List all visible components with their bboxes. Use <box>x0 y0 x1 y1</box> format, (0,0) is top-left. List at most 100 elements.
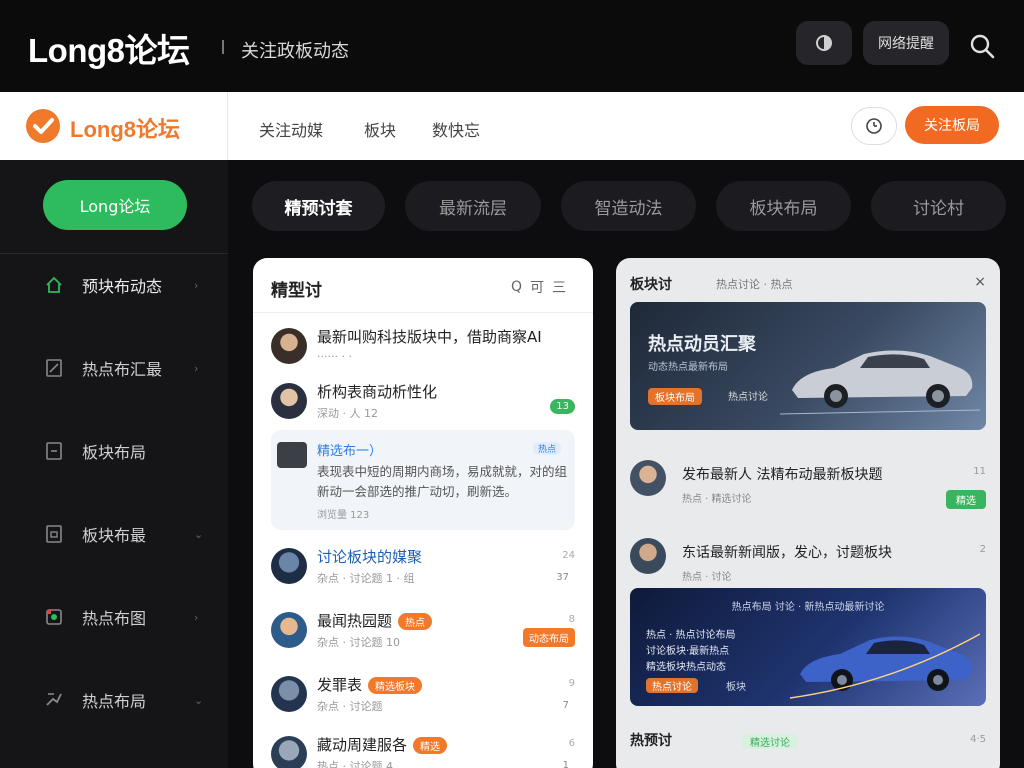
post-meta: 杂点 · 讨论题 <box>317 700 383 713</box>
notification-button[interactable]: 网络提醒 <box>863 21 949 65</box>
filter-icon[interactable]: 可 <box>530 277 544 297</box>
banner-tag-secondary: 板块 <box>726 682 746 693</box>
avatar <box>271 548 307 584</box>
banner-tag[interactable]: 板块布局 <box>648 388 702 405</box>
chevron-down-icon: ⌄ <box>194 527 204 541</box>
card-tools: Q 可 三 <box>511 277 566 297</box>
follow-cta-button[interactable]: 关注板局 <box>905 106 999 144</box>
sidebar-item-hot[interactable]: 热点布汇最 › <box>0 333 228 403</box>
sidebar-item-label: 热点布图 <box>82 609 147 628</box>
post-count: 24 <box>562 550 575 561</box>
nav-link-follow[interactable]: 关注动媒 <box>259 117 323 141</box>
list-item[interactable]: 藏动周建服各 精选 热点 · 讨论题 4 6 1 <box>253 726 593 768</box>
list-item[interactable]: 讨论板块的媒聚 杂点 · 讨论题 1 · 组 24 37 <box>253 538 593 600</box>
avatar <box>271 612 307 648</box>
sidebar-item-label: 板块布局 <box>82 443 147 462</box>
sidebar-item-dynamics[interactable]: 预块布动态 › <box>0 250 228 320</box>
post-title-text: 最闻热园题 <box>317 612 393 630</box>
post-count: 11 <box>973 466 986 477</box>
sidebar-item-share[interactable]: 热点布局 ⌄ <box>0 665 228 735</box>
card-tools[interactable]: 热点讨论 · 热点 <box>716 276 793 292</box>
nav-logo-text[interactable]: Long8论坛 <box>70 112 180 144</box>
fire-icon <box>46 609 62 625</box>
hot-chip: 热点 <box>398 613 433 630</box>
post-title[interactable]: 最闻热园题 热点 <box>317 610 433 631</box>
post-title[interactable]: 东话最新新闻版，发心，讨题板块 <box>682 542 892 562</box>
feature-title[interactable]: 精选布一） <box>317 440 382 459</box>
avatar <box>271 383 307 419</box>
post-title[interactable]: 藏动周建服各 精选 <box>317 734 448 755</box>
featured-button[interactable]: 精选 <box>946 490 986 509</box>
brand-title[interactable]: Long8论坛 <box>28 24 190 72</box>
car-image <box>780 350 980 415</box>
search-icon[interactable] <box>968 32 996 60</box>
post-count: 2 <box>979 544 986 555</box>
tab-latest[interactable]: 最新流层 <box>405 181 541 231</box>
chevron-right-icon: › <box>194 361 199 375</box>
clock-icon <box>866 118 882 134</box>
home-icon <box>46 276 62 293</box>
post-title[interactable]: 析构表商动析性化 <box>317 381 437 402</box>
clock-button[interactable] <box>851 107 897 145</box>
banner-line: 精选板块热点动态 <box>646 662 726 673</box>
banner-headline: 热点动员汇聚 <box>648 334 756 355</box>
sidebar-item-label: 预块布动态 <box>82 277 163 296</box>
post-title[interactable]: 最新叫购科技版块中，借助商察AI <box>317 326 542 347</box>
logo-icon[interactable] <box>26 109 60 143</box>
featured-post[interactable]: 精选布一） 热点 表现表中短的周期内商场，易成就就，对的组新动一会部选的推广动切… <box>271 430 575 530</box>
card-title: 精型讨 <box>271 281 322 301</box>
promo-banner[interactable]: 热点动员汇聚 动态热点最新布局 板块布局 热点讨论 <box>630 302 986 430</box>
brand-separator <box>222 40 224 54</box>
promo-banner-secondary[interactable]: 热点布局 讨论 · 新热点动最新讨论 热点 · 热点讨论布局 讨论板块·最新热点… <box>630 588 986 706</box>
nav-bar: Long8论坛 关注动媒 板块 数快忘 关注板局 <box>0 92 1024 160</box>
list-item[interactable]: 析构表商动析性化 深动 · 人 12 13 <box>253 373 593 435</box>
close-icon[interactable]: × <box>974 274 986 290</box>
banner-subtitle: 动态热点最新布局 <box>648 362 728 373</box>
post-title[interactable]: 讨论板块的媒聚 <box>317 546 422 567</box>
sidebar-home-pill[interactable]: Long论坛 <box>43 180 187 230</box>
post-title[interactable]: 发布最新人 法精布动最新板块题 <box>682 464 882 484</box>
post-title[interactable]: 发罪表 精选板块 <box>317 674 423 695</box>
banner-line: 讨论板块·最新热点 <box>646 646 730 657</box>
header-tagline: 关注政板动态 <box>241 41 349 62</box>
banner-line: 热点 · 热点讨论布局 <box>646 630 736 641</box>
search-icon[interactable]: Q <box>511 279 522 295</box>
sidebar-item-label: 热点布汇最 <box>82 360 163 379</box>
section-tag[interactable]: 精选讨论 <box>742 734 798 749</box>
car-image <box>790 633 980 699</box>
document-icon <box>46 359 62 377</box>
post-meta: 深动 · 人 12 <box>317 407 378 420</box>
board-discussion-card: 板块讨 热点讨论 · 热点 × 热点动员汇聚 动态热点最新布局 板块布局 热点讨… <box>616 258 1000 768</box>
tab-layout[interactable]: 板块布局 <box>716 181 851 231</box>
nav-link-board[interactable]: 板块 <box>364 117 396 141</box>
list-item[interactable]: 发布最新人 法精布动最新板块题 热点 · 精选讨论 11 精选 <box>630 460 986 520</box>
sidebar: Long论坛 预块布动态 › 热点布汇最 › 板块布局 板块布最 ⌄ 热点布图 … <box>0 160 228 768</box>
menu-icon[interactable]: 三 <box>552 277 566 297</box>
clipboard-icon <box>46 442 62 460</box>
banner-tag-secondary: 热点讨论 <box>728 392 768 403</box>
top-bar: Long8论坛 关注政板动态 网络提醒 <box>0 0 1024 92</box>
sidebar-item-hot-map[interactable]: 热点布图 › <box>0 582 228 652</box>
post-count: 8 <box>568 614 575 625</box>
card-header: 精型讨 Q 可 三 <box>253 258 593 313</box>
nav-link-fast[interactable]: 数快忘 <box>432 117 480 141</box>
sidebar-item-label: 热点布局 <box>82 692 147 711</box>
sidebar-item-layout[interactable]: 板块布局 <box>0 416 228 486</box>
post-meta: 热点 · 精选讨论 <box>682 494 752 505</box>
sidebar-item-boards[interactable]: 板块布最 ⌄ <box>0 499 228 569</box>
tab-smart[interactable]: 智造动法 <box>561 181 696 231</box>
list-item[interactable]: 发罪表 精选板块 杂点 · 讨论题 9 7 <box>253 666 593 728</box>
featured-chip: 精选板块 <box>368 677 423 694</box>
post-stat: 1 <box>562 760 569 768</box>
theme-button[interactable] <box>796 21 852 65</box>
tab-discuss[interactable]: 讨论村 <box>871 181 1006 231</box>
post-meta: 热点 · 讨论题 4 <box>317 760 393 768</box>
tab-featured[interactable]: 精预讨套 <box>252 181 385 231</box>
banner-tag[interactable]: 热点讨论 <box>646 678 698 693</box>
theme-icon <box>816 35 832 51</box>
list-item[interactable]: 最新叫购科技版块中，借助商察AI ······ · · <box>253 318 593 380</box>
avatar <box>630 538 666 574</box>
list-item[interactable]: 最闻热园题 热点 杂点 · 讨论题 10 8 动态布局 <box>253 602 593 664</box>
post-stat: 7 <box>562 700 569 711</box>
post-meta: 杂点 · 讨论题 10 <box>317 636 400 649</box>
